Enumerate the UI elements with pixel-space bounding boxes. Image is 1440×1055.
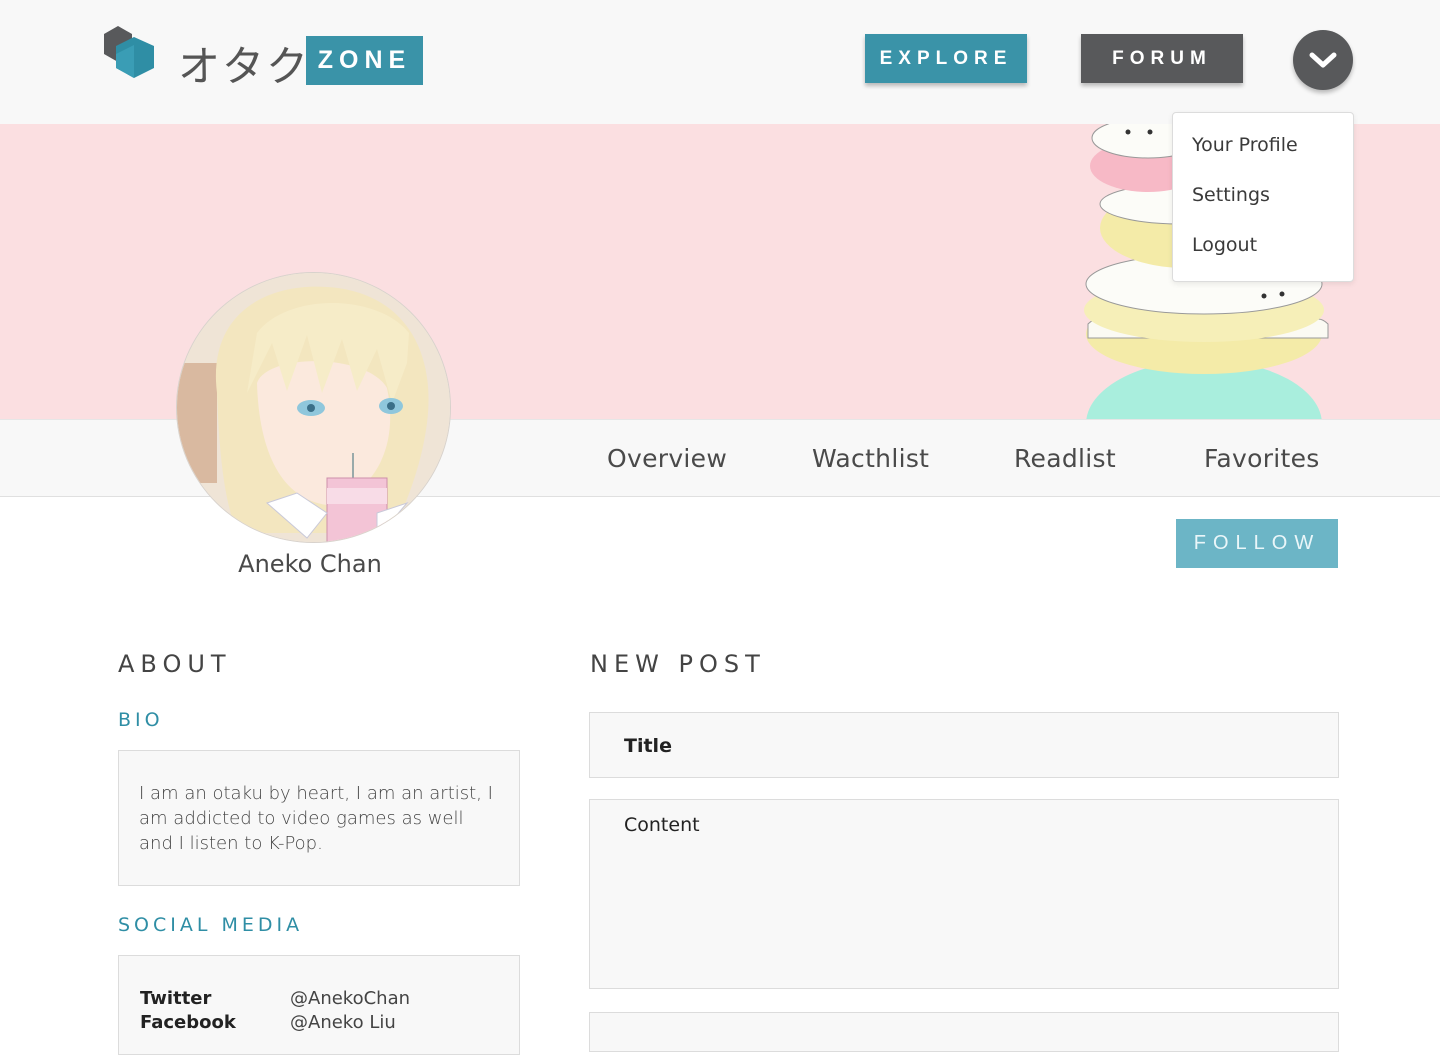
tab-watchlist[interactable]: Wacthlist — [812, 444, 929, 473]
social-handle-link[interactable]: @Aneko Liu — [290, 1012, 396, 1033]
logo-kana-text[interactable]: オタク — [178, 33, 310, 94]
post-content-textarea[interactable]: Content — [589, 799, 1339, 989]
post-extra-field[interactable] — [589, 1012, 1339, 1052]
user-dropdown-menu: Your Profile Settings Logout — [1172, 112, 1354, 282]
menu-item-logout[interactable]: Logout — [1192, 234, 1257, 256]
menu-item-settings[interactable]: Settings — [1192, 184, 1270, 206]
menu-item-your-profile[interactable]: Your Profile — [1192, 134, 1298, 156]
tab-overview[interactable]: Overview — [607, 444, 727, 473]
social-media-heading: SOCIAL MEDIA — [118, 914, 304, 936]
about-heading: ABOUT — [118, 650, 232, 678]
tab-favorites[interactable]: Favorites — [1204, 444, 1320, 473]
chevron-down-icon — [1309, 52, 1337, 68]
follow-button[interactable]: FOLLOW — [1176, 519, 1338, 568]
explore-button[interactable]: EXPLORE — [865, 34, 1027, 83]
logo-zone-badge[interactable]: ZONE — [306, 36, 423, 85]
avatar[interactable] — [176, 272, 451, 543]
social-platform: Twitter — [140, 988, 212, 1009]
social-media-list: Twitter @AnekoChan Facebook @Aneko Liu — [118, 955, 520, 1055]
forum-button[interactable]: FORUM — [1081, 34, 1243, 83]
top-header: オタク ZONE EXPLORE FORUM — [0, 0, 1440, 124]
tab-readlist[interactable]: Readlist — [1014, 444, 1116, 473]
bio-heading: BIO — [118, 709, 164, 731]
profile-username: Aneko Chan — [238, 550, 382, 578]
logo-hexagon-icon[interactable] — [96, 24, 160, 88]
post-title-input[interactable]: Title — [589, 712, 1339, 778]
avatar-illustration — [177, 273, 450, 542]
social-handle-link[interactable]: @AnekoChan — [290, 988, 410, 1009]
social-platform: Facebook — [140, 1012, 236, 1033]
user-menu-button[interactable] — [1293, 30, 1353, 90]
bio-text: I am an otaku by heart, I am an artist, … — [118, 750, 520, 886]
new-post-heading: NEW POST — [590, 650, 766, 678]
